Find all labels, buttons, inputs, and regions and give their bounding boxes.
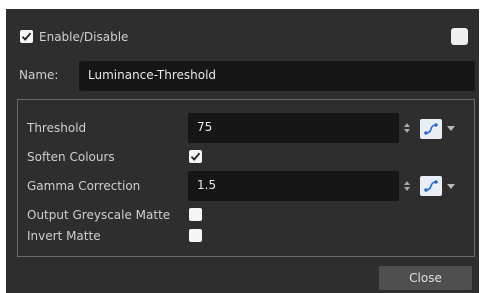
enable-disable-label: Enable/Disable — [39, 30, 129, 44]
soften-colours-checkbox[interactable] — [189, 150, 202, 163]
output-greyscale-matte-label: Output Greyscale Matte — [27, 208, 171, 222]
layer-properties-dialog: Enable/Disable Name: Luminance-Threshold… — [6, 9, 479, 293]
gamma-function-button[interactable] — [420, 176, 442, 196]
soften-colours-label: Soften Colours — [27, 150, 115, 164]
gamma-spin-arrows-icon[interactable] — [404, 181, 410, 191]
gamma-correction-label: Gamma Correction — [27, 179, 141, 193]
threshold-spin-arrows-icon[interactable] — [404, 123, 410, 133]
output-greyscale-matte-checkbox[interactable] — [189, 208, 202, 221]
threshold-function-button[interactable] — [420, 119, 442, 139]
checkmark-icon — [190, 152, 201, 161]
threshold-field[interactable]: 75 — [188, 113, 399, 143]
checkmark-icon — [21, 32, 32, 41]
name-field[interactable]: Luminance-Threshold — [79, 61, 475, 91]
threshold-dropdown-arrow-icon[interactable] — [447, 126, 455, 131]
invert-matte-checkbox[interactable] — [189, 229, 202, 242]
gamma-correction-field[interactable]: 1.5 — [188, 171, 399, 201]
function-curve-icon — [424, 123, 438, 135]
close-button[interactable]: Close — [379, 266, 472, 290]
function-curve-icon — [424, 180, 438, 192]
invert-matte-label: Invert Matte — [27, 229, 101, 243]
enable-disable-checkbox[interactable] — [20, 30, 33, 43]
threshold-label: Threshold — [27, 121, 87, 135]
name-label: Name: — [19, 68, 59, 82]
gamma-dropdown-arrow-icon[interactable] — [447, 184, 455, 189]
enable-toggle-checkbox[interactable] — [451, 28, 468, 45]
